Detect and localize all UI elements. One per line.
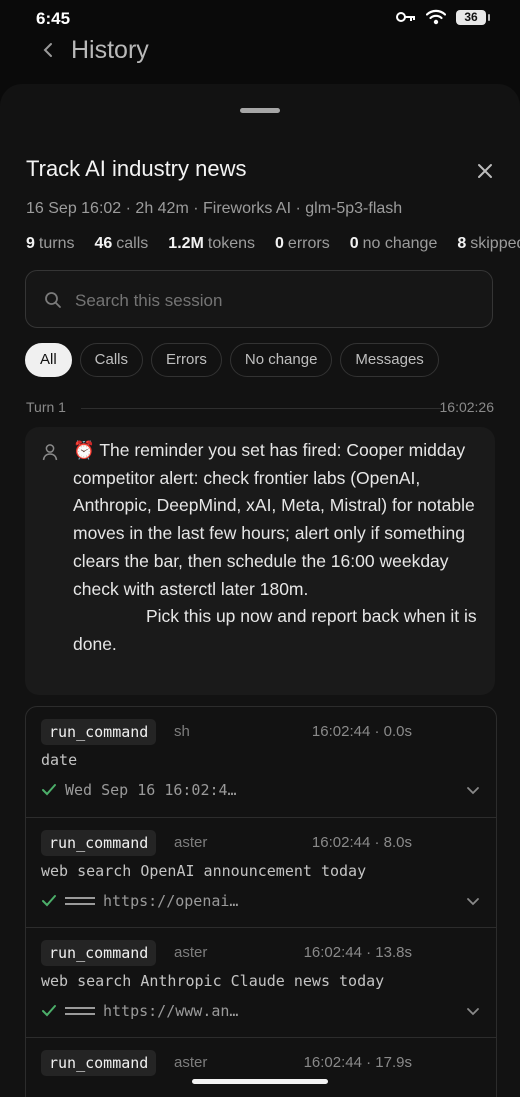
call-time: 16:02:44 · 8.0s xyxy=(311,834,412,851)
filter-no-change[interactable]: No change xyxy=(229,343,333,377)
filter-calls[interactable]: Calls xyxy=(79,343,144,377)
battery-icon: 36 xyxy=(456,9,490,25)
divider xyxy=(81,408,441,409)
call-item[interactable]: run_command aster 16:02:44 · 8.0s web se… xyxy=(26,817,496,928)
session-stats: 9 turns 46 calls 1.2M tokens 0 errors 0 no ch… xyxy=(26,235,520,253)
session-sheet: Track AI industry news 16 Sep 16:02 · 2h… xyxy=(0,84,520,1097)
call-result: Wed Sep 16 16:02:4… xyxy=(41,781,237,799)
check-icon xyxy=(42,784,56,796)
user-message: ⏰ The reminder you set has fired: Cooper… xyxy=(25,427,495,695)
user-icon xyxy=(42,444,58,461)
session-meta: 16 Sep 16:02 · 2h 42m · Fireworks AI · g… xyxy=(26,200,403,217)
tool-name: run_command xyxy=(41,719,157,745)
status-time: 6:45 xyxy=(36,9,71,28)
close-icon xyxy=(478,164,492,178)
call-kind: aster xyxy=(174,834,208,851)
result-text: https://www.an… xyxy=(103,1002,239,1020)
call-result: https://www.an… xyxy=(41,1002,238,1020)
page-title: History xyxy=(71,36,149,64)
wifi-icon xyxy=(426,9,446,25)
chevron-left-icon xyxy=(43,43,52,57)
call-item[interactable]: run_command aster 16:02:44 · 13.8s web s… xyxy=(26,927,496,1038)
call-kind: aster xyxy=(174,1054,208,1071)
separator-icon xyxy=(65,1007,95,1015)
tool-name: run_command xyxy=(41,1050,157,1076)
stat-calls: 46 calls xyxy=(94,235,149,252)
back-button[interactable] xyxy=(36,36,60,64)
filter-errors[interactable]: Errors xyxy=(151,343,222,377)
stat-turns: 9 turns xyxy=(26,235,75,252)
stat-skipped: 8 skipped xyxy=(457,235,520,252)
separator-icon xyxy=(65,897,95,905)
chevron-down-icon[interactable] xyxy=(466,785,480,795)
stat-errors: 0 errors xyxy=(275,235,330,252)
check-icon xyxy=(42,1005,56,1017)
filter-chips: All Calls Errors No change Messages xyxy=(25,343,439,377)
tool-name: run_command xyxy=(41,940,157,966)
stat-no-change: 0 no change xyxy=(349,235,438,252)
tool-name: run_command xyxy=(41,830,157,856)
filter-all[interactable]: All xyxy=(25,343,72,377)
call-list: run_command sh 16:02:44 · 0.0s date Wed … xyxy=(25,706,497,1097)
call-item[interactable]: run_command sh 16:02:44 · 0.0s date Wed … xyxy=(26,707,496,817)
search-icon xyxy=(45,292,61,308)
history-header: History xyxy=(0,28,520,76)
session-title: Track AI industry news xyxy=(26,156,247,181)
turn-label: Turn 1 xyxy=(26,399,66,415)
close-button[interactable] xyxy=(472,158,498,184)
call-command: web search OpenAI announcement today xyxy=(41,862,367,880)
result-text: https://openai… xyxy=(103,892,239,910)
call-command: web search Anthropic Claude news today xyxy=(41,972,385,990)
search-box[interactable] xyxy=(25,270,493,328)
turn-divider: Turn 1 16:02:26 xyxy=(26,398,494,418)
check-icon xyxy=(42,895,56,907)
call-time: 16:02:44 · 17.9s xyxy=(303,1054,412,1071)
turn-time: 16:02:26 xyxy=(439,399,495,415)
result-text: Wed Sep 16 16:02:4… xyxy=(65,781,237,799)
call-command: date xyxy=(41,751,78,769)
call-item[interactable]: run_command aster 16:02:44 · 17.9s xyxy=(26,1037,496,1097)
call-time: 16:02:44 · 13.8s xyxy=(303,944,412,961)
call-result: https://openai… xyxy=(41,892,238,910)
call-kind: sh xyxy=(174,723,190,740)
chevron-down-icon[interactable] xyxy=(466,1006,480,1016)
home-indicator[interactable] xyxy=(192,1079,328,1084)
call-time: 16:02:44 · 0.0s xyxy=(311,723,412,740)
call-kind: aster xyxy=(174,944,208,961)
stat-tokens: 1.2M tokens xyxy=(168,235,256,252)
message-text: ⏰ The reminder you set has fired: Cooper… xyxy=(73,440,477,654)
battery-level: 36 xyxy=(464,9,478,24)
search-input[interactable] xyxy=(73,285,477,317)
key-icon xyxy=(396,12,415,22)
filter-messages[interactable]: Messages xyxy=(340,343,439,377)
chevron-down-icon[interactable] xyxy=(466,896,480,906)
drag-handle[interactable] xyxy=(240,108,280,113)
